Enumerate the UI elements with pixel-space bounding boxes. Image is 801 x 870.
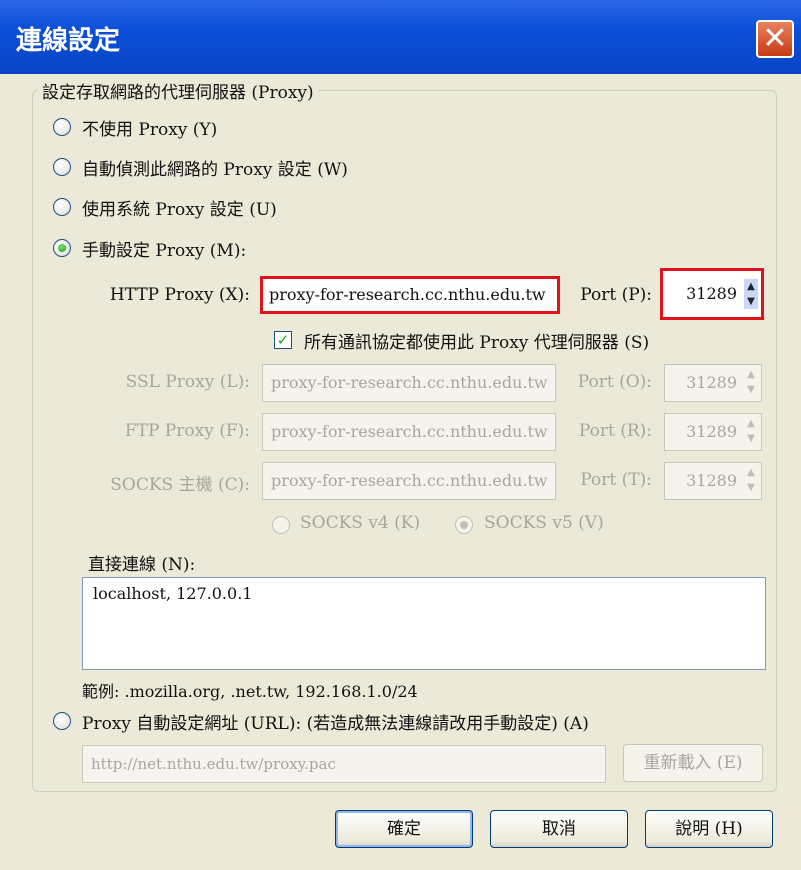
spin-up-icon[interactable]: ▲ [744,279,758,294]
socks-v5-label[interactable]: SOCKS v5 (V) [484,513,604,533]
socks-host-label: SOCKS 主機 (C): [110,475,250,495]
socks-port-label: Port (T): [580,470,652,490]
socks-port-spinner[interactable]: ▲ ▼ [744,465,758,495]
spin-down-icon[interactable]: ▼ [744,294,758,309]
ssl-proxy-host-input[interactable]: proxy-for-research.cc.nthu.edu.tw [262,364,556,402]
direct-connection-textarea[interactable]: localhost, 127.0.0.1 [82,577,766,670]
auto-config-url-label[interactable]: Proxy 自動設定網址 (URL): (若造成無法連線請改用手動設定) (A) [82,709,589,734]
direct-connection-label: 直接連線 (N): [88,555,196,575]
spin-up-icon[interactable]: ▲ [744,465,758,480]
spin-down-icon[interactable]: ▼ [744,480,758,495]
spin-up-icon[interactable]: ▲ [744,416,758,431]
spin-down-icon[interactable]: ▼ [744,382,758,397]
ftp-proxy-label: FTP Proxy (F): [124,421,250,441]
ssl-proxy-label: SSL Proxy (L): [125,372,250,392]
same-proxy-label[interactable]: 所有通訊協定都使用此 Proxy 代理伺服器 (S) [304,328,649,353]
spin-down-icon[interactable]: ▼ [744,431,758,446]
ssl-port-spinner[interactable]: ▲ ▼ [744,367,758,397]
manual-proxy-label[interactable]: 手動設定 Proxy (M): [82,236,246,261]
ssl-port-label: Port (O): [577,372,652,392]
window-title: 連線設定 [16,26,121,56]
socks-v4-label[interactable]: SOCKS v4 (K) [300,513,420,533]
ftp-proxy-host-input[interactable]: proxy-for-research.cc.nthu.edu.tw [262,413,556,451]
http-port-label: Port (P): [580,285,652,305]
manual-proxy-radio[interactable] [53,239,71,257]
ftp-port-spinner[interactable]: ▲ ▼ [744,416,758,446]
reload-button[interactable]: 重新載入 (E) [623,744,763,782]
auto-detect-radio[interactable] [53,158,71,176]
system-proxy-label[interactable]: 使用系統 Proxy 設定 (U) [82,195,277,220]
example-text: 範例: .mozilla.org, .net.tw, 192.168.1.0/2… [82,682,418,701]
help-button[interactable]: 說明 (H) [645,810,773,848]
cancel-button[interactable]: 取消 [490,810,628,848]
ftp-port-label: Port (R): [578,421,652,441]
pac-url-input[interactable]: http://net.nthu.edu.tw/proxy.pac [82,745,606,783]
proxy-group-title: 設定存取網路的代理伺服器 (Proxy) [38,78,318,103]
auto-detect-label[interactable]: 自動偵測此網路的 Proxy 設定 (W) [82,155,348,180]
socks-v4-radio[interactable] [272,516,290,534]
socks-v5-radio[interactable] [455,516,473,534]
http-proxy-host-input[interactable]: proxy-for-research.cc.nthu.edu.tw [260,276,560,314]
auto-config-url-radio[interactable] [53,712,71,730]
ok-button[interactable]: 確定 [335,810,473,848]
socks-host-input[interactable]: proxy-for-research.cc.nthu.edu.tw [262,462,556,500]
close-icon[interactable]: ✕ [756,20,794,58]
http-port-spinner[interactable]: ▲ ▼ [744,279,758,309]
no-proxy-radio[interactable] [53,118,71,136]
same-proxy-checkbox[interactable]: ✓ [274,331,292,349]
system-proxy-radio[interactable] [53,198,71,216]
title-bar[interactable]: 連線設定 ✕ [0,0,801,74]
http-proxy-label: HTTP Proxy (X): [109,285,250,305]
no-proxy-label[interactable]: 不使用 Proxy (Y) [82,115,217,140]
spin-up-icon[interactable]: ▲ [744,367,758,382]
connection-settings-dialog: 連線設定 ✕ 設定存取網路的代理伺服器 (Proxy) 不使用 Proxy (Y… [0,0,801,870]
